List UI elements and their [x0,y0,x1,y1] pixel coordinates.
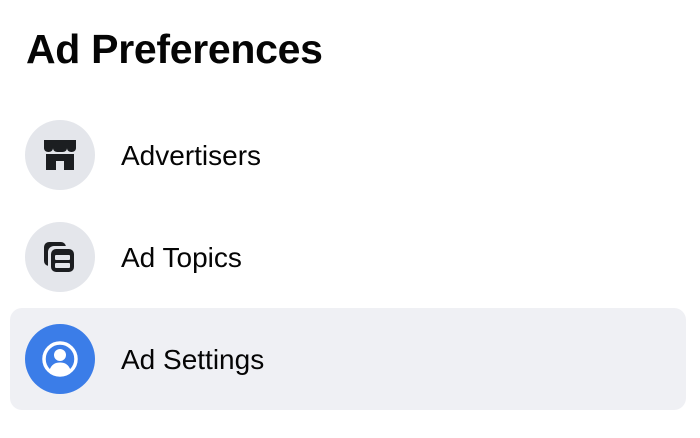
storefront-icon [41,137,79,173]
ad-preferences-menu: Advertisers Ad Topics Ad Settings [10,104,686,410]
menu-item-ad-settings[interactable]: Ad Settings [10,308,686,410]
ad-settings-icon-circle [25,324,95,394]
menu-item-label: Ad Topics [121,242,242,273]
menu-item-label: Ad Settings [121,344,265,375]
advertisers-icon-circle [25,120,95,190]
menu-item-label: Advertisers [121,140,262,171]
ad-preferences-page: Ad Preferences Advertisers Ad Topics Ad … [0,0,700,438]
menu-item-advertisers[interactable]: Advertisers [10,104,686,206]
cards-icon [40,238,80,276]
menu-item-ad-topics[interactable]: Ad Topics [10,206,686,308]
user-circle-icon [40,339,80,379]
ad-topics-icon-circle [25,222,95,292]
page-title: Ad Preferences [26,26,323,72]
